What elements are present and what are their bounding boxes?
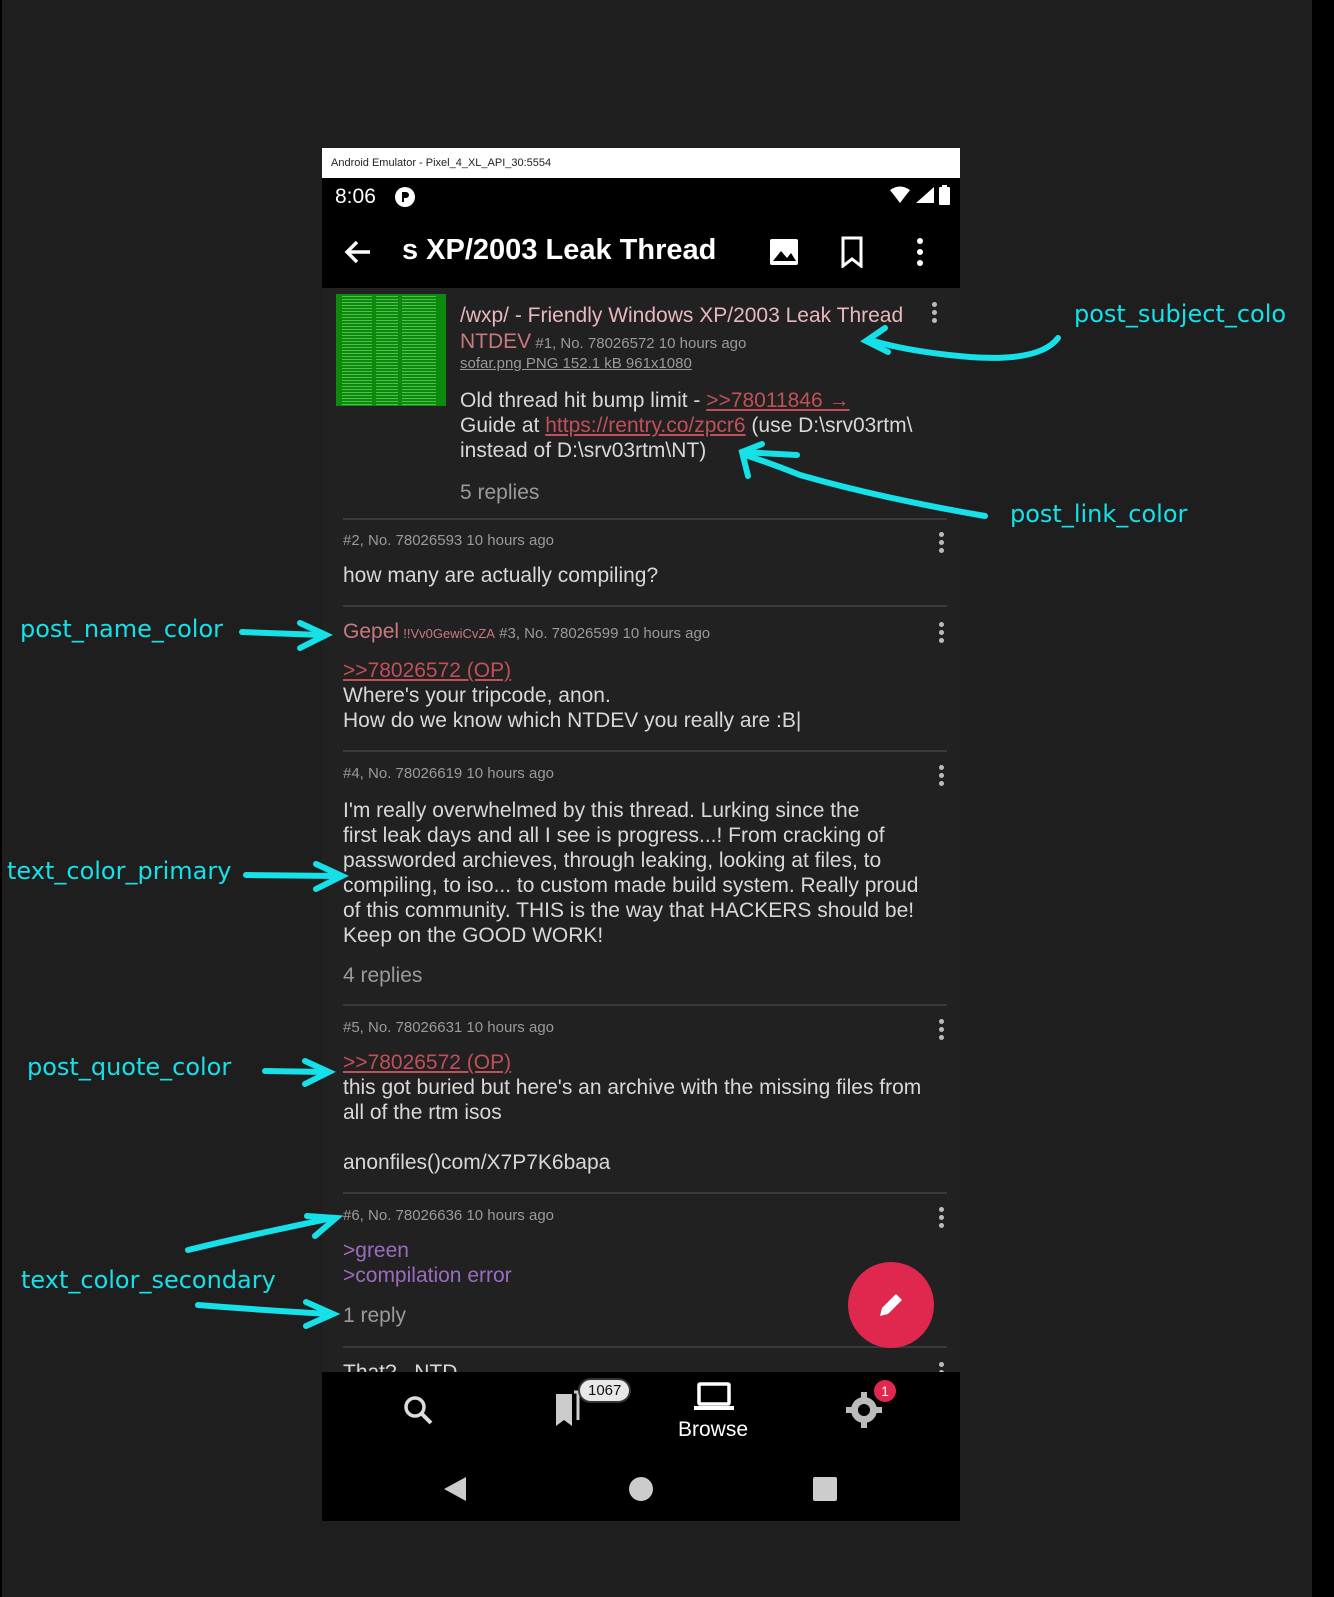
status-bar: 8:06 (322, 178, 960, 216)
bottom-navigation: 1067 Browse 1 (322, 1372, 960, 1456)
more-vert-icon[interactable] (928, 300, 940, 326)
more-vert-icon[interactable] (904, 236, 936, 268)
post-tripcode: !!Vv0GewiCvZA (403, 626, 495, 641)
divider (343, 750, 947, 752)
post-name: Gepel (343, 620, 400, 643)
post-body-line: I'm really overwhelmed by this thread. L… (343, 799, 860, 822)
op-line3: instead of D:\srv03rtm\NT) (460, 439, 707, 462)
divider (343, 518, 947, 520)
signal-icon (916, 187, 934, 203)
thread-title: s XP/2003 Leak Thread (402, 234, 717, 266)
annotation-post-quote-color: post_quote_color (27, 1053, 232, 1081)
post-meta-row: Gepel !!Vv0GewiCvZA #3, No. 78026599 10 … (343, 620, 947, 644)
back-arrow-icon[interactable] (342, 236, 374, 268)
more-vert-icon[interactable] (935, 763, 947, 789)
system-home-icon[interactable] (628, 1476, 654, 1502)
post-body-line: of this community. THIS is the way that … (343, 899, 915, 922)
post-body-line: compiling, to iso... to custom made buil… (343, 874, 919, 897)
app-bar: s XP/2003 Leak Thread (322, 216, 960, 288)
more-vert-icon[interactable] (935, 1360, 947, 1372)
nav-browse-label: Browse (678, 1418, 749, 1441)
post-body: how many are actually compiling? (343, 564, 659, 587)
post-partial-text: That?...NTD... (343, 1360, 947, 1372)
nav-settings[interactable]: 1 (832, 1372, 912, 1456)
annotation-text-color-secondary: text_color_secondary (21, 1266, 276, 1294)
op-post: /wxp/ - Friendly Windows XP/2003 Leak Th… (322, 288, 960, 518)
post-greentext: >green (343, 1239, 409, 1262)
op-line2-rest: (use D:\srv03rtm\ (745, 414, 913, 437)
op-file-info[interactable]: sofar.png PNG 152.1 kB 961x1080 (460, 355, 692, 372)
divider (343, 1004, 947, 1006)
wifi-icon (890, 186, 910, 203)
reply-fab[interactable] (848, 1262, 934, 1348)
post-link[interactable]: https://rentry.co/zpcr6 (545, 414, 745, 437)
settings-badge: 1 (874, 1380, 896, 1402)
divider (343, 1192, 947, 1194)
annotation-post-subject-color: post_subject_colo (1074, 300, 1287, 328)
annotation-text-color-primary: text_color_primary (7, 857, 232, 885)
status-icons (889, 185, 950, 205)
system-back-icon[interactable] (442, 1476, 468, 1502)
post-meta: #3, No. 78026599 10 hours ago (499, 625, 711, 642)
op-replies[interactable]: 5 replies (460, 481, 539, 505)
op-line2: Guide at (460, 414, 546, 437)
post-meta: #6, No. 78026636 10 hours ago (343, 1207, 555, 1224)
post-replies[interactable]: 4 replies (343, 964, 947, 988)
divider (343, 605, 947, 607)
post-body-line: How do we know which NTDEV you really ar… (343, 709, 802, 732)
annotation-post-name-color: post_name_color (20, 615, 223, 643)
post-body-line: this got buried but here's an archive wi… (343, 1076, 922, 1099)
post-3: Gepel !!Vv0GewiCvZA #3, No. 78026599 10 … (343, 620, 947, 733)
post-body-line: first leak days and all I see is progres… (343, 824, 885, 847)
op-body: Old thread hit bump limit - >>78011846 →… (460, 388, 912, 463)
post-meta: #4, No. 78026619 10 hours ago (343, 765, 555, 782)
image-icon[interactable] (768, 236, 800, 268)
nav-bookmarks[interactable]: 1067 (532, 1372, 632, 1456)
op-meta: NTDEV #1, No. 78026572 10 hours ago (460, 330, 746, 354)
post-quote-link[interactable]: >>78011846 → (706, 389, 849, 412)
post-meta: #5, No. 78026631 10 hours ago (343, 1019, 555, 1036)
post-quote-link[interactable]: >>78026572 (OP) (343, 658, 947, 683)
system-recents-icon[interactable] (812, 1476, 838, 1502)
post-meta: #2, No. 78026593 10 hours ago (343, 532, 555, 549)
search-icon (404, 1396, 433, 1425)
annotation-post-link-color: post_link_color (1010, 500, 1188, 528)
post-body-line: Keep on the GOOD WORK! (343, 924, 604, 947)
post-body-line: Where's your tripcode, anon. (343, 684, 611, 707)
more-vert-icon[interactable] (935, 1017, 947, 1043)
system-navigation-bar (322, 1456, 960, 1521)
nav-search[interactable] (382, 1372, 452, 1456)
op-thumbnail[interactable] (336, 294, 446, 406)
phone-screen: 8:06 s XP/2003 Leak Thread /wxp/ - Frien… (322, 178, 960, 1521)
post-subject: /wxp/ - Friendly Windows XP/2003 Leak Th… (460, 304, 904, 327)
post-meta: #1, No. 78026572 10 hours ago (535, 335, 747, 352)
nav-browse[interactable] (662, 1372, 772, 1456)
post-7-partial: That?...NTD... (343, 1360, 947, 1372)
pencil-icon (880, 1294, 902, 1316)
bookmarks-icon (556, 1390, 580, 1426)
post-5: #5, No. 78026631 10 hours ago >>78026572… (343, 1019, 947, 1175)
emulator-titlebar: Android Emulator - Pixel_4_XL_API_30:555… (322, 148, 960, 178)
post-4: #4, No. 78026619 10 hours ago I'm really… (343, 765, 947, 988)
app-notification-icon (395, 187, 415, 207)
bookmark-icon[interactable] (836, 236, 868, 268)
post-quote-link[interactable]: >>78026572 (OP) (343, 1050, 947, 1075)
post-name: NTDEV (460, 330, 532, 353)
thread-post-list: /wxp/ - Friendly Windows XP/2003 Leak Th… (322, 288, 960, 1372)
op-line1: Old thread hit bump limit - (460, 389, 707, 412)
more-vert-icon[interactable] (935, 530, 947, 556)
more-vert-icon[interactable] (935, 1205, 947, 1231)
bookmark-count-badge: 1067 (578, 1378, 632, 1403)
laptop-icon (694, 1382, 734, 1410)
post-2: #2, No. 78026593 10 hours ago how many a… (343, 532, 947, 588)
post-body-line: all of the rtm isos (343, 1101, 502, 1124)
battery-icon (939, 185, 950, 205)
more-vert-icon[interactable] (935, 620, 947, 646)
divider (343, 1346, 947, 1348)
status-time: 8:06 (335, 185, 376, 208)
post-body-line: passworded archieves, through leaking, l… (343, 849, 882, 872)
post-body-line: anonfiles()com/X7P7K6bapa (343, 1151, 611, 1174)
